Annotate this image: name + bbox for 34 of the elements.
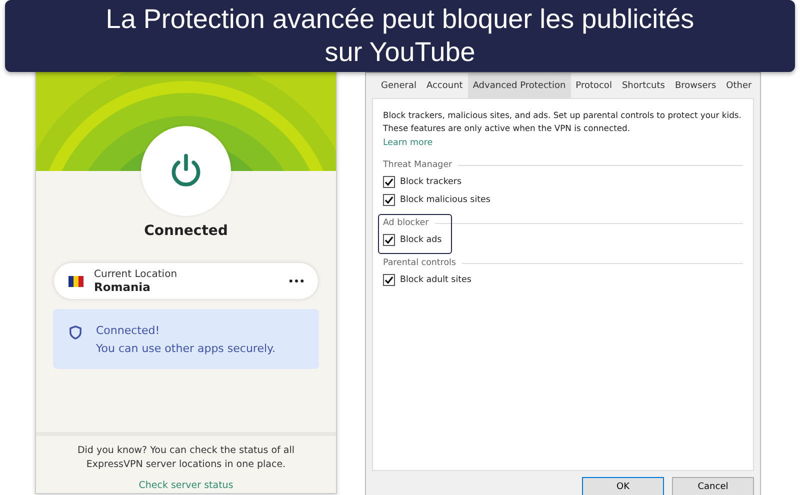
location-name: Romania [94,280,152,294]
checkbox[interactable] [383,274,395,286]
more-icon[interactable] [289,279,304,283]
checkbox[interactable] [383,176,395,188]
banner-title: La Protection avancée peut bloquer les publicités sur YouTube [104,3,696,69]
shield-icon [69,325,82,340]
group-title: Threat Manager [383,160,452,170]
option-label: Block trackers [400,177,462,187]
settings-tab[interactable]: Advanced Protection [468,73,571,98]
group-title: Ad blocker [383,218,429,228]
dialog-button[interactable]: OK [582,477,664,495]
location-card[interactable]: Current Location Romania [54,263,318,299]
location-label: Current Location [94,268,178,280]
connection-status: Connected [144,223,228,239]
settings-tab[interactable]: Account [421,73,468,98]
settings-tab[interactable]: General [376,73,422,98]
notice-text: You can use other apps securely. [96,341,276,357]
settings-tab[interactable]: Browsers [670,73,722,98]
learn-more-link[interactable]: Learn more [383,138,743,148]
description-text: Block trackers, malicious sites, and ads. Set up parental controls to protect your kids. These features are only active when the VPN is connected. [383,109,742,134]
group-title: Parental controls [383,258,456,268]
notice-title: Connected! [96,323,161,339]
server-status-link[interactable]: Check server status [138,480,234,491]
option-label: Block malicious sites [400,195,490,205]
settings-tab[interactable]: Other [721,73,757,98]
settings-tab[interactable]: Shortcuts [616,73,670,98]
flag-icon [68,276,84,286]
tip-text: Did you know? You can check the status of all ExpressVPN server locations in one place. [76,444,296,472]
dialog-button[interactable]: Cancel [672,477,754,495]
checkbox[interactable] [383,194,395,206]
option-label: Block adult sites [400,275,472,285]
option-label: Block ads [400,235,442,245]
settings-tab[interactable]: Protocol [570,73,617,98]
checkbox[interactable] [383,234,395,246]
